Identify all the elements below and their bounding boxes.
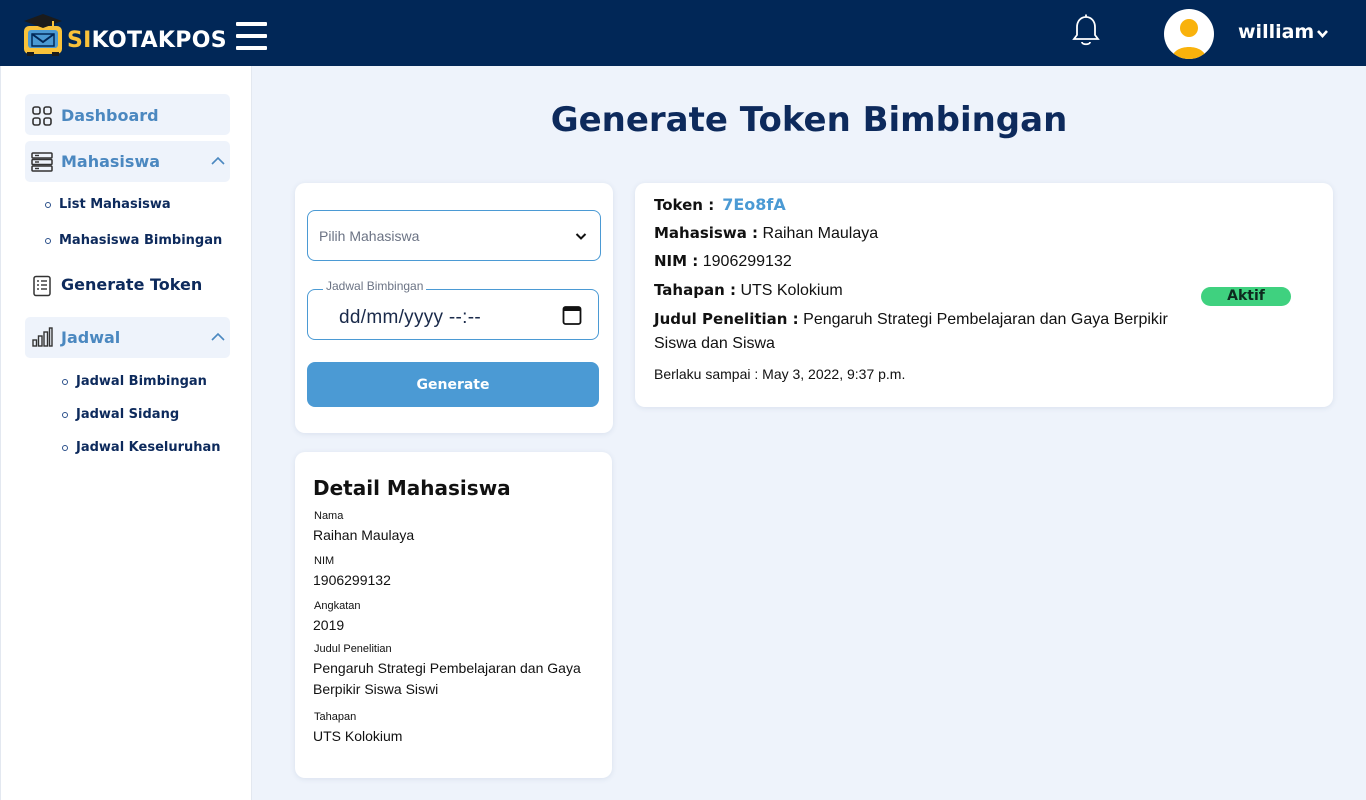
tahapan-label: Tahapan <box>314 711 357 723</box>
sidebar-item-jadwal-bimbingan[interactable]: Jadwal Bimbingan <box>62 374 207 389</box>
token-result-card: Token :7Eo8fA Mahasiswa : Raihan Maulaya… <box>635 183 1333 407</box>
angkatan-value: 2019 <box>313 617 345 633</box>
nim-value: 1906299132 <box>313 572 391 588</box>
valid-until: Berlaku sampai : May 3, 2022, 9:37 p.m. <box>654 366 906 382</box>
nama-value: Raihan Maulaya <box>313 527 415 543</box>
sidebar-item-jadwal[interactable] <box>25 317 230 358</box>
nim-label: NIM <box>314 555 335 567</box>
server-icon <box>31 152 53 172</box>
user-avatar-icon[interactable] <box>1164 9 1214 59</box>
menu-icon[interactable] <box>236 22 267 51</box>
judul-value: Pengaruh Strategi Pembelajaran dan Gaya … <box>313 660 581 697</box>
token-form-card: Pilih Mahasiswa dd/mm/yyyy --:-- Jadwal … <box>295 183 613 433</box>
nama-label: Nama <box>314 510 344 522</box>
student-select[interactable]: Pilih Mahasiswa <box>307 210 601 261</box>
calendar-icon[interactable] <box>562 304 582 326</box>
judul-row: Judul Penelitian : Pengaruh Strategi Pem… <box>654 310 1168 352</box>
schedule-datetime-input[interactable]: dd/mm/yyyy --:-- <box>307 289 599 340</box>
username[interactable]: william <box>1238 21 1314 43</box>
bar-chart-icon <box>32 327 53 347</box>
judul-label: Judul Penelitian <box>314 643 392 655</box>
angkatan-label: Angkatan <box>314 600 361 612</box>
date-value: dd/mm/yyyy --:-- <box>339 307 482 328</box>
top-navbar: SIKOTAKPOS william <box>0 0 1366 66</box>
chevron-up-icon[interactable] <box>210 332 226 342</box>
sidebar-item-list-mahasiswa[interactable]: List Mahasiswa <box>45 197 171 212</box>
sidebar-item-jadwal-keseluruhan[interactable]: Jadwal Keseluruhan <box>62 440 221 455</box>
dashboard-icon <box>32 106 52 126</box>
nim-row: NIM : 1906299132 <box>654 252 792 270</box>
sidebar-item-generate-token[interactable]: Generate Token <box>61 275 202 294</box>
brand-name: SIKOTAKPOS <box>67 28 227 53</box>
date-field-label: Jadwal Bimbingan <box>323 279 427 293</box>
chevron-down-icon <box>575 233 587 240</box>
chevron-up-icon[interactable] <box>210 156 226 166</box>
sidebar-item-mahasiswa-bimbingan[interactable]: Mahasiswa Bimbingan <box>45 233 222 248</box>
mahasiswa-row: Mahasiswa : Raihan Maulaya <box>654 224 879 242</box>
select-placeholder: Pilih Mahasiswa <box>319 228 420 244</box>
sidebar-item-label: Dashboard <box>61 106 159 125</box>
token-value: 7Eo8fA <box>722 195 786 214</box>
tahapan-value: UTS Kolokium <box>313 728 403 744</box>
bell-icon[interactable] <box>1071 14 1101 48</box>
tahapan-row: Tahapan : UTS Kolokium <box>654 281 843 299</box>
student-detail-card: Detail Mahasiswa Nama Raihan Maulaya NIM… <box>295 452 612 778</box>
page-title: Generate Token Bimbingan <box>550 100 1068 140</box>
sidebar: Dashboard Mahasiswa List Mahasiswa Mahas… <box>0 66 252 800</box>
sidebar-item-jadwal-sidang[interactable]: Jadwal Sidang <box>62 407 179 422</box>
status-badge: Aktif <box>1201 287 1291 306</box>
token-row: Token :7Eo8fA <box>654 195 786 214</box>
sidebar-item-label: Mahasiswa <box>61 152 161 171</box>
list-document-icon <box>33 275 51 297</box>
chevron-down-icon[interactable] <box>1316 29 1329 39</box>
sidebar-item-label: Jadwal <box>61 328 121 347</box>
detail-title: Detail Mahasiswa <box>313 476 511 500</box>
generate-button[interactable]: Generate <box>307 362 599 407</box>
logo-icon <box>24 14 62 56</box>
